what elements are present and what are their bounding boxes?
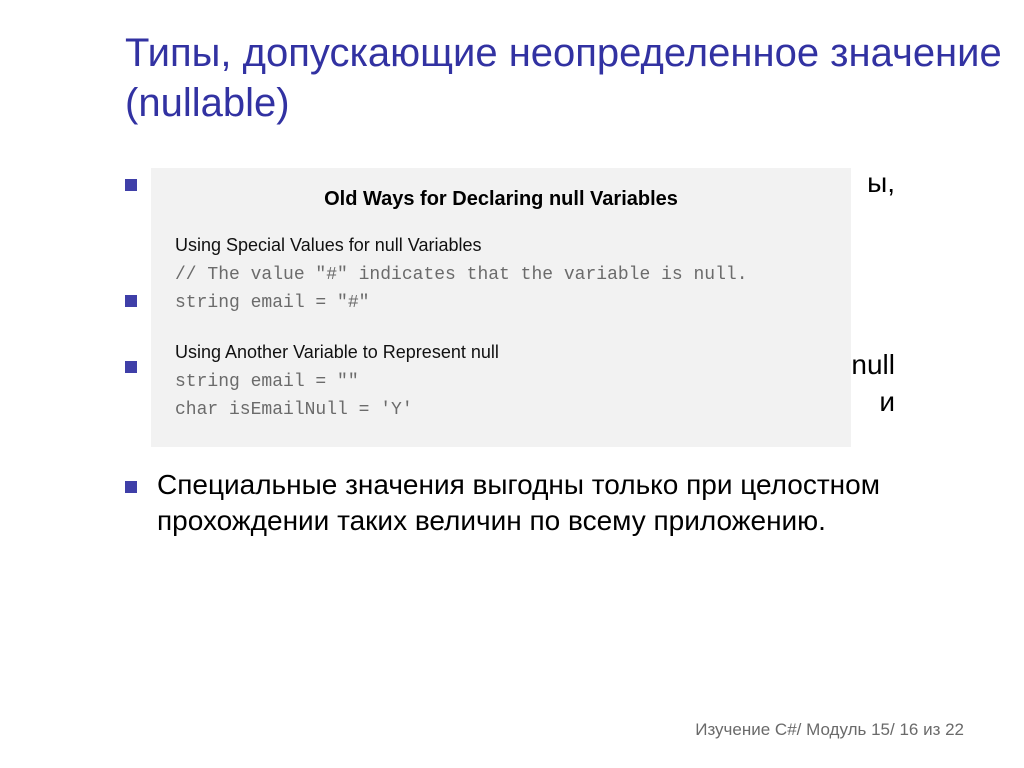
code-line: string email = "#" — [175, 290, 827, 318]
slide: Типы, допускающие неопределенное значени… — [0, 0, 1024, 768]
code-section-label: Using Special Values for null Variables — [175, 235, 827, 256]
code-line: // The value "#" indicates that the vari… — [175, 262, 827, 290]
code-section-label: Using Another Variable to Represent null — [175, 342, 827, 363]
code-box-title: Old Ways for Declaring null Variables — [175, 188, 827, 211]
code-example-box: Old Ways for Declaring null Variables Us… — [151, 168, 851, 447]
slide-footer: Изучение C#/ Модуль 15/ 16 из 22 — [695, 720, 964, 740]
bullet-icon — [125, 481, 137, 493]
bullet-text: Специальные значения выгодны только при … — [157, 467, 895, 540]
code-line: char isEmailNull = 'Y' — [175, 397, 827, 425]
bullet-icon — [125, 361, 137, 373]
bullet-icon — [125, 295, 137, 307]
slide-title: Типы, допускающие неопределенное значени… — [125, 28, 1024, 128]
code-line: string email = "" — [175, 369, 827, 397]
bullet-text-fragment: ы, — [867, 167, 895, 198]
bullet-icon — [125, 179, 137, 191]
list-item: Специальные значения выгодны только при … — [125, 467, 895, 540]
